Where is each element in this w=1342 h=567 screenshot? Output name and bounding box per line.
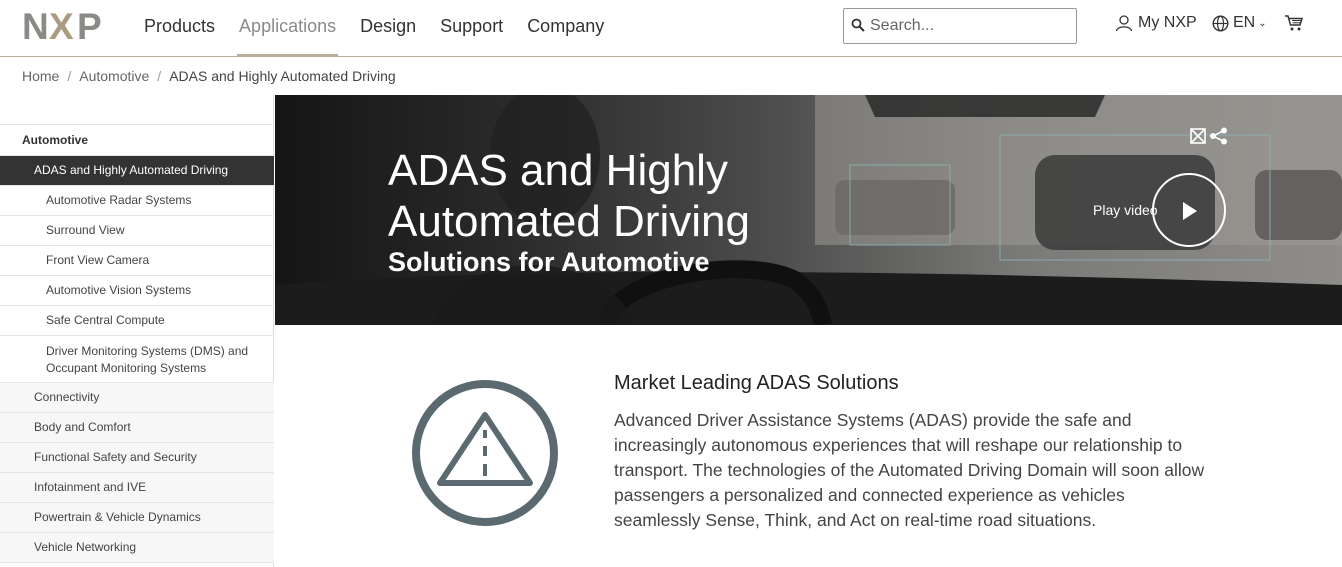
sidebar-item-adas[interactable]: ADAS and Highly Automated Driving (0, 156, 274, 186)
sidebar-item-vision-systems[interactable]: Automotive Vision Systems (0, 276, 274, 306)
email-icon[interactable] (1190, 128, 1206, 144)
sidebar-heading-automotive[interactable]: Automotive (0, 125, 274, 156)
hero-title: ADAS and Highly Automated Driving (388, 145, 750, 247)
sidebar-item-powertrain[interactable]: Powertrain & Vehicle Dynamics (0, 503, 274, 533)
sidebar-item-body-comfort[interactable]: Body and Comfort (0, 413, 274, 443)
nav-company[interactable]: Company (515, 0, 616, 57)
hero-banner: ADAS and Highly Automated Driving Soluti… (275, 95, 1342, 325)
svg-text:N: N (22, 8, 49, 44)
svg-text:P: P (77, 8, 102, 44)
sidebar-item-connectivity[interactable]: Connectivity (0, 383, 274, 413)
breadcrumb-separator: / (67, 68, 72, 84)
play-video-label[interactable]: Play video (1093, 202, 1158, 218)
section-body: Advanced Driver Assistance Systems (ADAS… (614, 410, 1205, 530)
nav-support[interactable]: Support (428, 0, 515, 57)
road-warning-icon (412, 380, 558, 526)
main-nav: Products Applications Design Support Com… (132, 0, 616, 57)
hero-subtitle: Solutions for Automotive (388, 247, 710, 277)
sidebar-item-surround-view[interactable]: Surround View (0, 216, 274, 246)
play-video-button[interactable] (1152, 173, 1226, 247)
sidebar-item-dms[interactable]: Driver Monitoring Systems (DMS) and Occu… (0, 336, 274, 383)
breadcrumb: Home / Automotive / ADAS and Highly Auto… (22, 68, 396, 84)
section-title: Market Leading ADAS Solutions (614, 372, 899, 394)
share-icon[interactable] (1209, 127, 1229, 145)
nav-applications[interactable]: Applications (227, 0, 348, 57)
sidebar-item-functional-safety[interactable]: Functional Safety and Security (0, 443, 274, 473)
cart-icon[interactable] (1284, 14, 1304, 32)
nxp-logo[interactable]: N X P (22, 8, 114, 44)
svg-text:X: X (49, 8, 74, 44)
sidebar-item-safe-central-compute[interactable]: Safe Central Compute (0, 306, 274, 336)
breadcrumb-home[interactable]: Home (22, 68, 59, 84)
breadcrumb-separator: / (157, 68, 162, 84)
chevron-down-icon: ⌄ (1258, 17, 1267, 29)
breadcrumb-automotive[interactable]: Automotive (79, 68, 149, 84)
sidebar-nav: Automotive ADAS and Highly Automated Dri… (0, 95, 274, 567)
sidebar-item-front-view-camera[interactable]: Front View Camera (0, 246, 274, 276)
sidebar-item-vehicle-networking[interactable]: Vehicle Networking (0, 533, 274, 563)
nav-design[interactable]: Design (348, 0, 428, 57)
sidebar-spacer (0, 95, 274, 125)
search-input[interactable] (870, 14, 1070, 38)
play-icon (1183, 202, 1197, 220)
sidebar-item-radar[interactable]: Automotive Radar Systems (0, 186, 274, 216)
site-header: N X P Products Applications Design Suppo… (0, 0, 1342, 57)
breadcrumb-current: ADAS and Highly Automated Driving (169, 68, 396, 84)
nav-products[interactable]: Products (132, 0, 227, 57)
language-label: EN (1233, 14, 1256, 31)
my-nxp-label: My NXP (1138, 14, 1197, 31)
hero-title-line-2: Automated Driving (388, 197, 750, 246)
search-box[interactable] (843, 8, 1077, 44)
hero-title-line-1: ADAS and Highly (388, 146, 728, 195)
globe-icon (1212, 14, 1229, 32)
my-nxp-link[interactable]: My NXP (1115, 14, 1197, 32)
user-icon (1115, 15, 1133, 32)
share-tools (1190, 127, 1229, 145)
language-selector[interactable]: EN ⌄ (1212, 14, 1267, 32)
sidebar-item-infotainment[interactable]: Infotainment and IVE (0, 473, 274, 503)
search-icon (851, 18, 865, 32)
